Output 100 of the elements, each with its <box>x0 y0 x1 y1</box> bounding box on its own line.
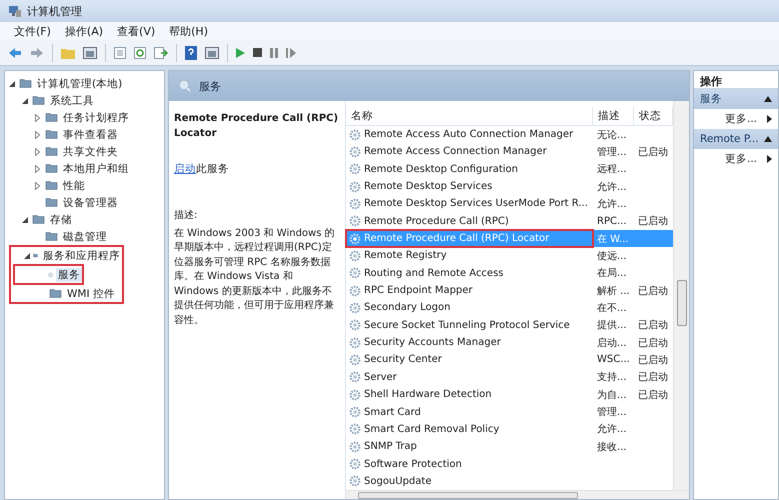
horizontal-scrollbar[interactable] <box>346 490 689 499</box>
tree-item[interactable]: 设备管理器 <box>61 196 120 210</box>
status-cell-text: 已启动 <box>637 318 669 332</box>
expand-arrow-icon[interactable] <box>35 130 40 138</box>
column-header[interactable]: 描述 <box>593 107 634 125</box>
gear-icon <box>349 371 361 384</box>
description-cell-text: 在不... <box>596 302 628 315</box>
description-cell-text: 为自... <box>596 388 628 402</box>
service-name: Remote Procedure Call (RPC) Locator <box>364 233 550 244</box>
service-name: Smart Card <box>364 406 421 418</box>
service-row[interactable]: Remote Access Connection Manager 管理... 已启动 <box>346 143 673 161</box>
menu-item[interactable]: 帮助(H) <box>169 24 208 38</box>
tree-item[interactable]: 性能 <box>61 178 87 192</box>
service-row[interactable]: SogouUpdate <box>346 472 673 490</box>
service-name: Remote Procedure Call (RPC) <box>364 216 509 227</box>
service-row[interactable]: Shell Hardware Detection 为自... 已启动 <box>346 386 673 404</box>
expand-arrow-icon[interactable] <box>35 182 40 190</box>
service-row[interactable]: Remote Registry 使远... <box>346 247 673 265</box>
service-row[interactable]: SNMP Trap 接收... <box>346 438 673 456</box>
status-cell-text: 已启动 <box>637 146 669 159</box>
tree-item[interactable]: WMI 控件 <box>65 286 117 300</box>
refresh-button[interactable] <box>134 46 146 58</box>
collapse-arrow-icon[interactable] <box>8 80 14 86</box>
service-row[interactable]: Remote Desktop Services 允许... <box>346 178 673 196</box>
service-row[interactable]: Routing and Remote Access 在局... <box>346 264 673 282</box>
gear-icon <box>349 336 361 349</box>
expand-arrow-icon[interactable] <box>35 114 40 122</box>
service-row[interactable]: Remote Desktop Services UserMode Port R... 允许... <box>346 195 673 213</box>
service-row[interactable]: Secondary Logon 在不... <box>346 299 673 317</box>
action-group-header[interactable]: 服务 <box>694 89 778 109</box>
collapse-arrow-icon[interactable] <box>22 216 28 222</box>
gear-icon <box>349 215 361 228</box>
service-row[interactable]: Smart Card Removal Policy 允许... <box>346 420 673 438</box>
collapse-arrow-icon[interactable] <box>22 98 28 104</box>
gear-icon <box>349 388 361 401</box>
start-link[interactable]: 启动 <box>174 163 196 175</box>
folder-icon <box>45 112 58 123</box>
vertical-scrollbar[interactable] <box>673 101 689 490</box>
tree-item[interactable]: 服务和应用程序 <box>41 248 122 262</box>
tree-item[interactable]: 服务 <box>56 268 82 282</box>
tree-item[interactable]: 系统工具 <box>48 94 96 108</box>
export-button[interactable] <box>154 46 168 58</box>
menu-item[interactable]: 操作(A) <box>64 24 104 38</box>
service-row[interactable]: Remote Procedure Call (RPC) RPC... 已启动 <box>346 212 673 230</box>
tree-item[interactable]: 共享文件夹 <box>61 144 120 158</box>
service-row[interactable]: Software Protection <box>346 455 673 473</box>
collapse-arrow-icon[interactable] <box>764 96 772 102</box>
help-button[interactable] <box>185 46 197 60</box>
tree-item[interactable]: 计算机管理(本地) <box>35 76 124 90</box>
resume-button[interactable] <box>286 48 296 58</box>
tree-item[interactable]: 本地用户和组 <box>61 162 131 176</box>
description-text: 在 Windows 2003 和 Windows 的早期版本中，远程过程调用(RPC)定位器服务可管理 RPC 名称服务数据库。在 Windows Vista 和 Windows 的更新版本中，此服务不提供任何功能，但可用于应用程序兼容性。 <box>174 226 336 328</box>
folder-icon <box>45 146 58 157</box>
start-button[interactable] <box>236 48 245 58</box>
folder-icon <box>45 163 58 174</box>
description-cell-text: 使远... <box>596 250 628 263</box>
action-group-label: 服务 <box>700 92 722 106</box>
tree-item[interactable]: 任务计划程序 <box>61 110 131 124</box>
console-tree-button[interactable] <box>83 46 97 58</box>
expand-arrow-icon[interactable] <box>35 164 40 172</box>
service-row[interactable]: Server 支持... 已启动 <box>346 368 673 386</box>
tree-item[interactable]: 事件查看器 <box>61 128 120 142</box>
column-header[interactable]: 名称 <box>346 107 593 125</box>
description-label: 描述: <box>174 209 198 223</box>
description-cell-text: RPC... <box>596 216 628 227</box>
expand-arrow-icon[interactable] <box>35 148 40 156</box>
tree-item[interactable]: 磁盘管理 <box>61 230 109 244</box>
computer-icon <box>8 4 22 18</box>
window-title: 计算机管理 <box>27 4 82 18</box>
action-pane-button[interactable] <box>205 46 219 58</box>
properties-button[interactable] <box>114 46 126 58</box>
gear-icon <box>349 406 361 418</box>
status-cell-text: 已启动 <box>637 336 669 350</box>
gear-icon <box>349 250 361 262</box>
service-row[interactable]: Secure Socket Tunneling Protocol Service 提供... 已启动 <box>346 316 673 334</box>
description-cell-text: WSC... <box>596 354 631 366</box>
service-name: Remote Desktop Configuration <box>364 164 518 175</box>
back-button[interactable] <box>8 46 22 58</box>
service-row[interactable]: Remote Access Auto Connection Manager 无论... <box>346 126 673 144</box>
tree-item[interactable]: 存储 <box>48 212 74 226</box>
service-name: Secure Socket Tunneling Protocol Service <box>364 320 570 331</box>
menu-item[interactable]: 查看(V) <box>117 24 156 38</box>
collapse-arrow-icon[interactable] <box>764 136 772 142</box>
action-item[interactable]: 更多... <box>724 112 757 126</box>
service-row[interactable]: Security Accounts Manager 启动... 已启动 <box>346 334 673 352</box>
service-row[interactable]: Smart Card 管理... <box>346 403 673 421</box>
service-row[interactable]: Security Center WSC... 已启动 <box>346 351 673 369</box>
folder-icon <box>45 197 58 208</box>
description-cell-text: 提供... <box>596 319 628 332</box>
service-name: Security Center <box>364 354 442 366</box>
service-name: Software Protection <box>364 458 462 470</box>
collapse-arrow-icon[interactable] <box>24 252 30 258</box>
service-row[interactable]: Remote Desktop Configuration 远程... <box>346 160 673 178</box>
action-item[interactable]: 更多... <box>724 152 757 166</box>
menu-item[interactable]: 文件(F) <box>14 24 51 38</box>
pause-button[interactable] <box>270 48 278 58</box>
gear-icon <box>349 423 361 436</box>
forward-button[interactable] <box>30 46 44 58</box>
action-group-header[interactable]: Remote P... <box>694 129 778 149</box>
service-row[interactable]: RPC Endpoint Mapper 解析 ... 已启动 <box>346 282 673 300</box>
